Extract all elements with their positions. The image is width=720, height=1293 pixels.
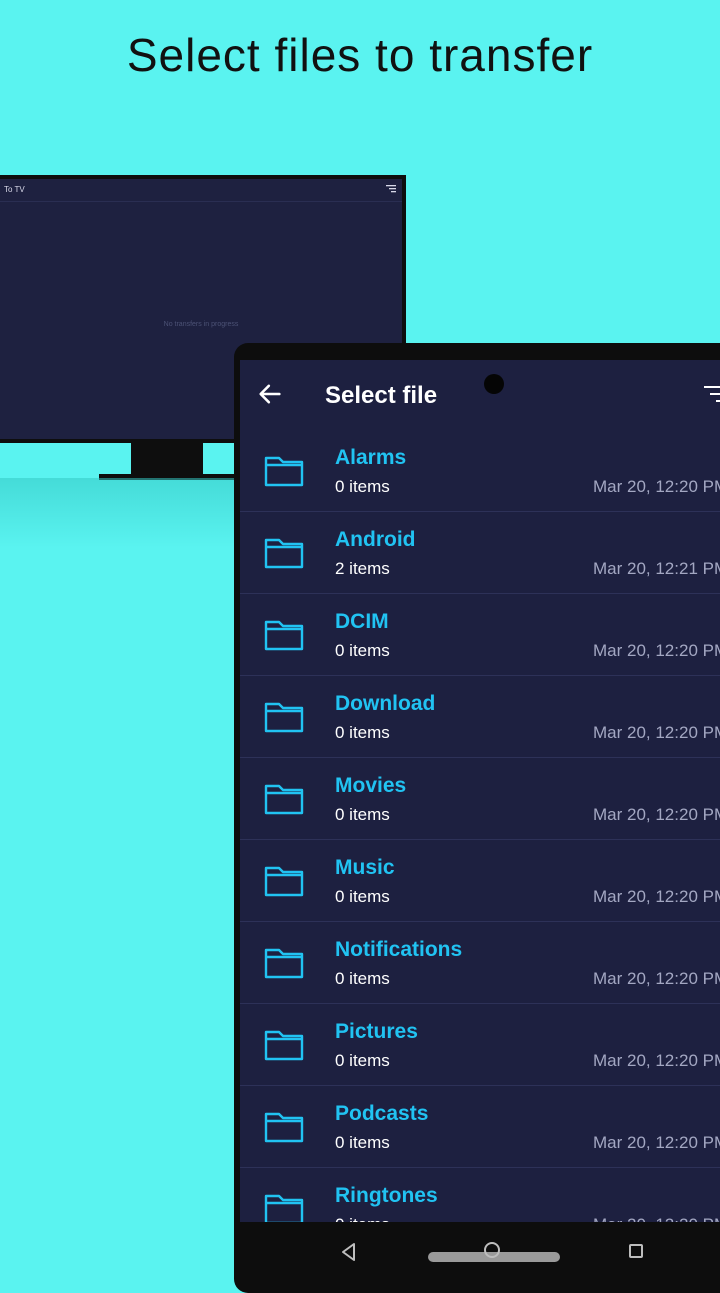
arrow-left-icon[interactable] (256, 380, 284, 408)
file-name: DCIM (335, 610, 389, 633)
sort-icon[interactable] (704, 382, 720, 406)
file-name: Download (335, 692, 436, 715)
file-name: Notifications (335, 938, 463, 961)
folder-icon (264, 866, 304, 897)
nav-back-icon[interactable] (339, 1242, 359, 1262)
file-list: Alarms 0 items Mar 20, 12:20 PM Android 2 it… (240, 430, 720, 1222)
modified-date: Mar 20, 12:20 PM (593, 641, 720, 660)
list-item[interactable]: Pictures 0 items Mar 20, 12:20 PM (240, 1004, 720, 1086)
app-bar: Select file (240, 360, 720, 432)
list-item[interactable]: Notifications 0 items Mar 20, 12:20 PM (240, 922, 720, 1004)
folder-icon (264, 1030, 304, 1061)
folder-icon (264, 948, 304, 979)
folder-icon (264, 1112, 304, 1143)
folder-icon (264, 538, 304, 569)
modified-date: Mar 20, 12:21 PM (593, 559, 720, 578)
nav-home-icon[interactable] (484, 1242, 500, 1258)
file-name: Ringtones (335, 1184, 438, 1207)
sort-icon[interactable] (386, 184, 396, 194)
item-count: 0 items (335, 1133, 390, 1152)
item-count: 0 items (335, 1051, 390, 1070)
list-item[interactable]: Music 0 items Mar 20, 12:20 PM (240, 840, 720, 922)
folder-icon (264, 702, 304, 733)
file-name: Alarms (335, 446, 407, 469)
folder-icon (264, 1194, 304, 1222)
modified-date: Mar 20, 12:20 PM (593, 969, 720, 988)
item-count: 0 items (335, 477, 390, 496)
tv-app-title: To TV (4, 185, 25, 194)
item-count: 0 items (335, 1215, 390, 1222)
tv-app-bar: To TV (0, 179, 402, 202)
modified-date: Mar 20, 12:20 PM (593, 1051, 720, 1070)
list-item[interactable]: DCIM 0 items Mar 20, 12:20 PM (240, 594, 720, 676)
item-count: 2 items (335, 559, 390, 578)
folder-icon (264, 784, 304, 815)
list-item[interactable]: Android 2 items Mar 20, 12:21 PM (240, 512, 720, 594)
list-item[interactable]: Movies 0 items Mar 20, 12:20 PM (240, 758, 720, 840)
item-count: 0 items (335, 969, 390, 988)
file-name: Music (335, 856, 395, 879)
modified-date: Mar 20, 12:20 PM (593, 1215, 720, 1222)
system-nav-bar (240, 1222, 720, 1280)
tv-empty-state: No transfers in progress (163, 321, 239, 328)
list-item[interactable]: Alarms 0 items Mar 20, 12:20 PM (240, 430, 720, 512)
folder-icon (264, 620, 304, 651)
modified-date: Mar 20, 12:20 PM (593, 805, 720, 824)
headline: Select files to transfer (126, 29, 594, 81)
nav-recents-icon[interactable] (629, 1244, 643, 1258)
modified-date: Mar 20, 12:20 PM (593, 1133, 720, 1152)
tv-shadow (0, 478, 240, 548)
file-name: Pictures (335, 1020, 418, 1043)
item-count: 0 items (335, 805, 390, 824)
item-count: 0 items (335, 641, 390, 660)
folder-icon (264, 456, 304, 487)
list-item[interactable]: Podcasts 0 items Mar 20, 12:20 PM (240, 1086, 720, 1168)
modified-date: Mar 20, 12:20 PM (593, 887, 720, 906)
front-camera (484, 374, 504, 394)
modified-date: Mar 20, 12:20 PM (593, 477, 720, 496)
file-name: Android (335, 528, 416, 551)
list-item[interactable]: Ringtones 0 items Mar 20, 12:20 PM (240, 1168, 720, 1222)
tv-stand (131, 443, 203, 476)
file-name: Podcasts (335, 1102, 429, 1125)
phone-screen: Select file Alarms 0 items Mar 20, 12:20 P… (240, 360, 720, 1222)
page-title: Select file (325, 382, 438, 409)
item-count: 0 items (335, 723, 390, 742)
modified-date: Mar 20, 12:20 PM (593, 723, 720, 742)
item-count: 0 items (335, 887, 390, 906)
list-item[interactable]: Download 0 items Mar 20, 12:20 PM (240, 676, 720, 758)
file-name: Movies (335, 774, 407, 797)
